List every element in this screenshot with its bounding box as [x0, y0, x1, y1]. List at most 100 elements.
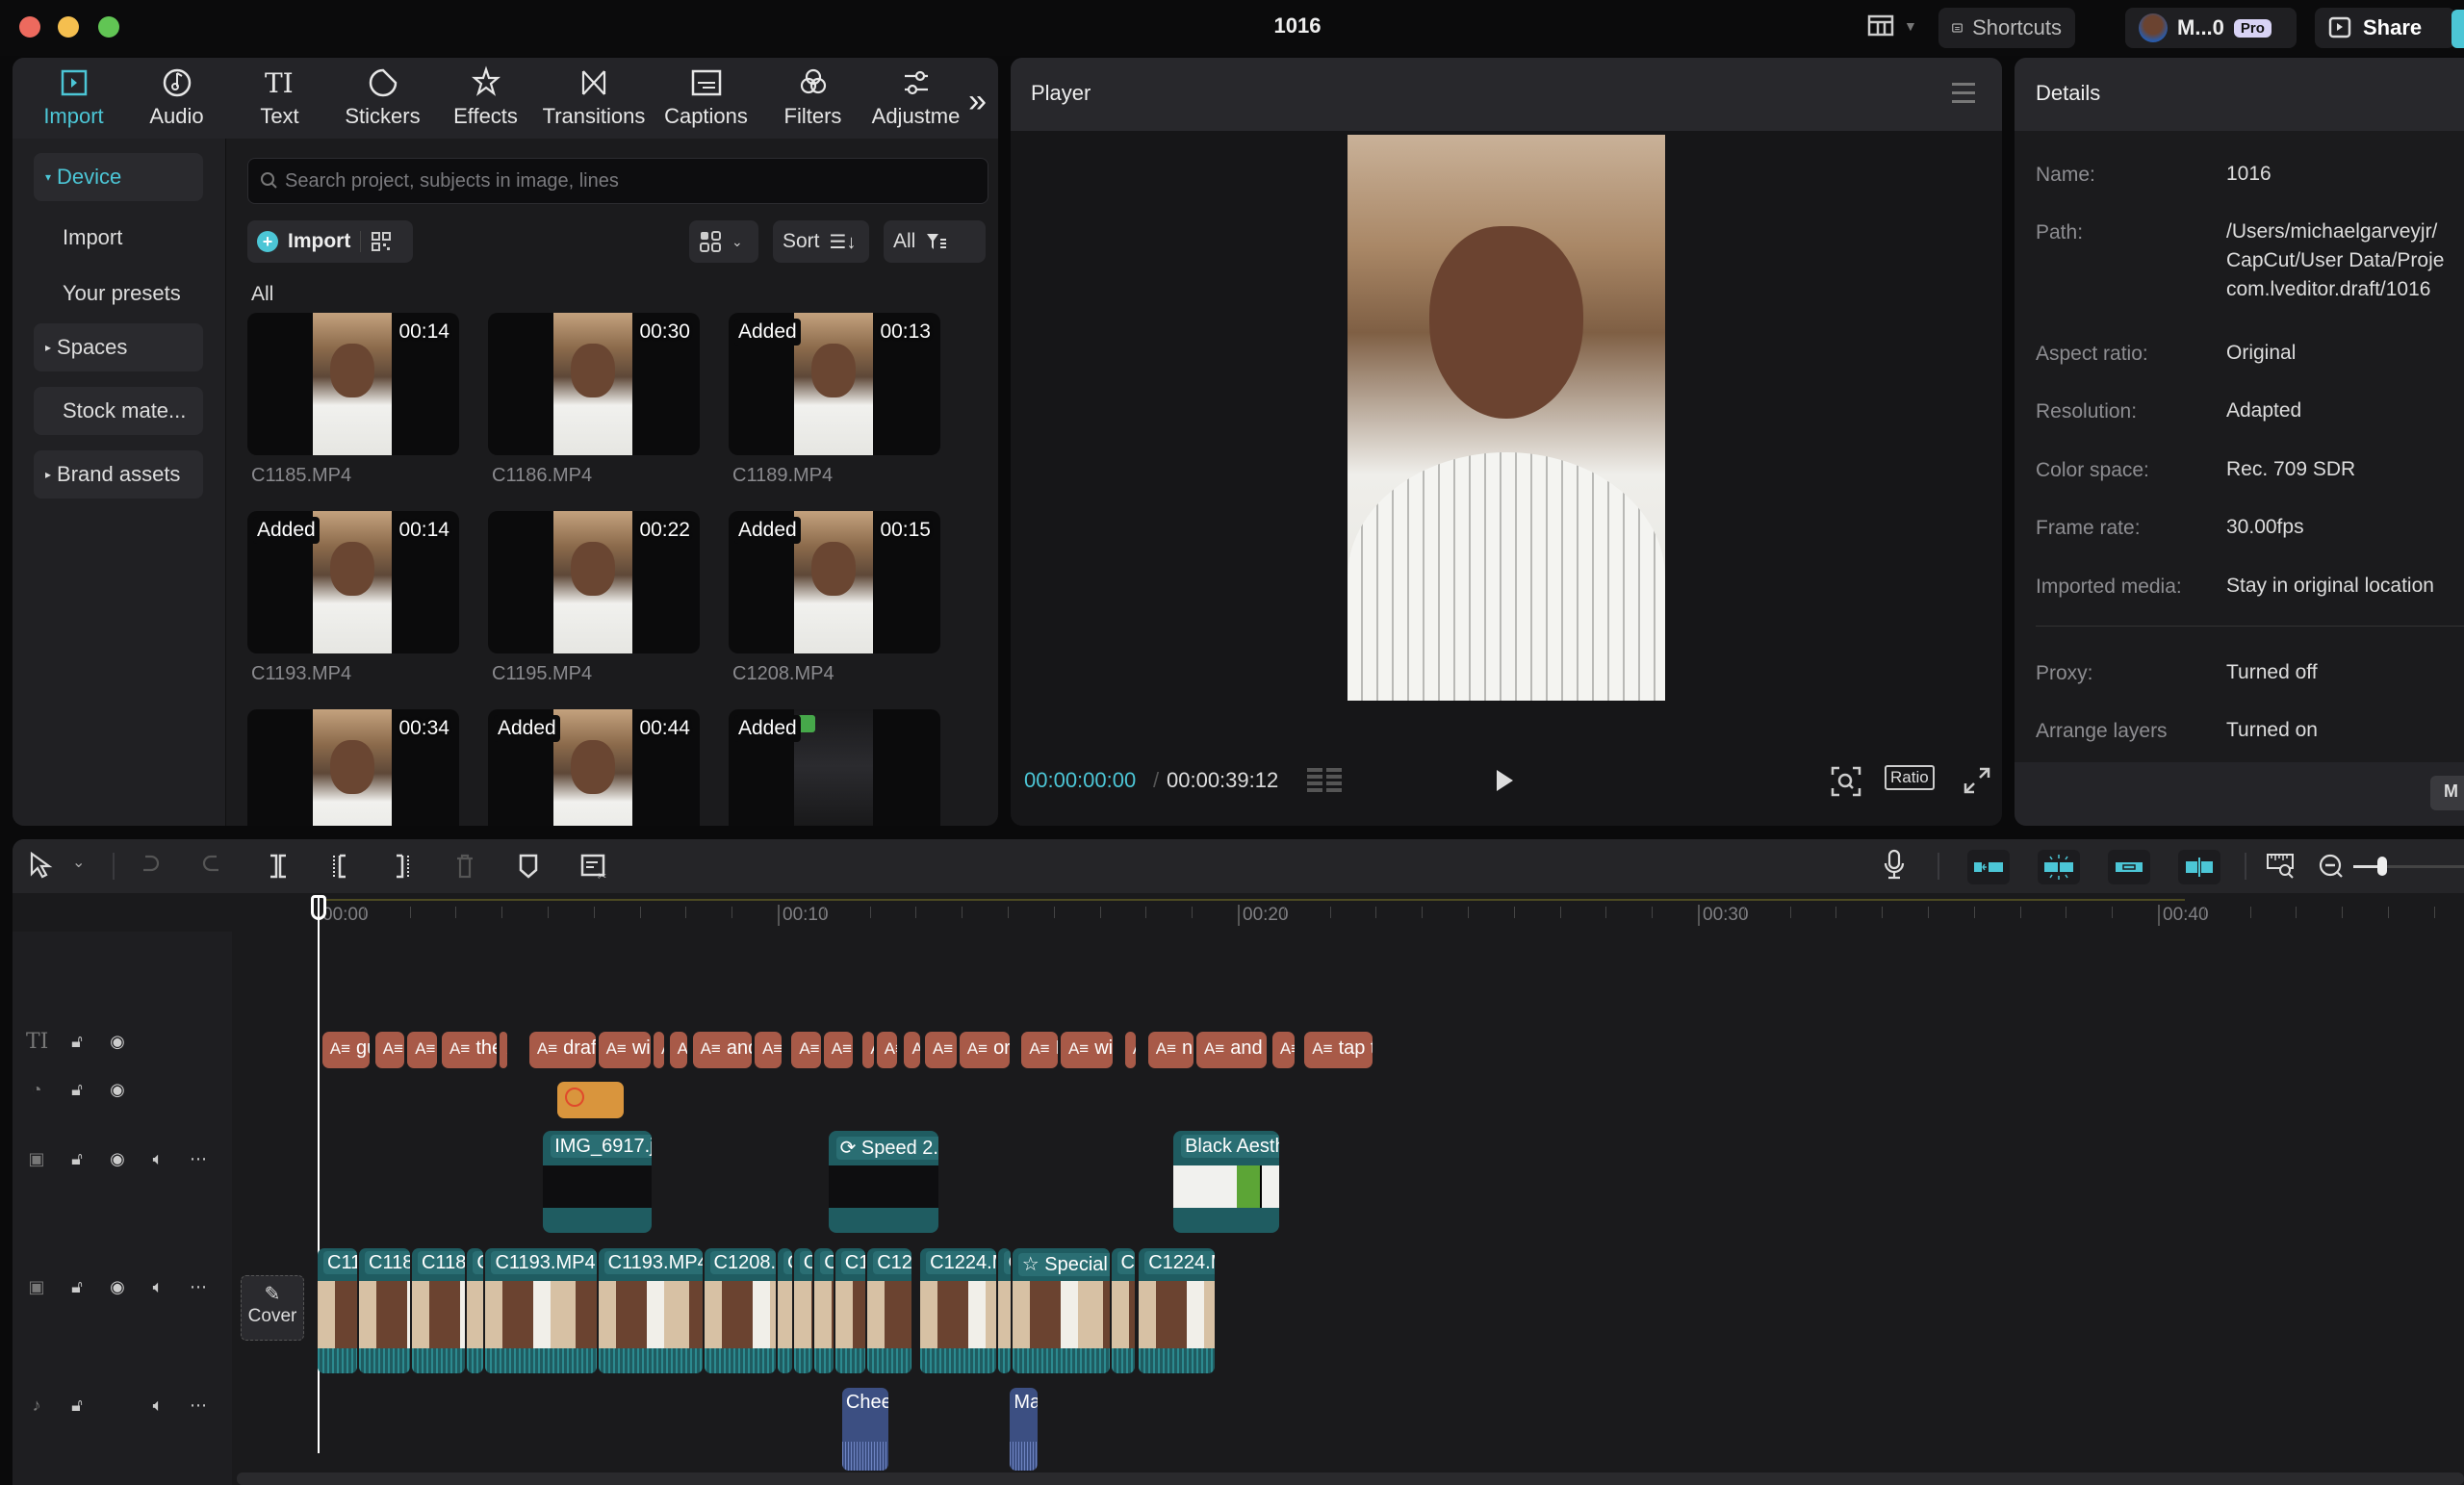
main-video-clip[interactable]: C1208	[834, 1248, 866, 1373]
media-item[interactable]: 00:14	[247, 313, 459, 455]
caption-clip[interactable]: A≡	[653, 1032, 665, 1068]
auto-cut-icon[interactable]: ✂	[580, 853, 609, 882]
shortcuts-button[interactable]: Shortcuts	[1938, 8, 2075, 48]
more-tabs-icon[interactable]: »	[968, 83, 987, 120]
cover-button[interactable]: ✎ Cover	[241, 1275, 304, 1341]
main-video-clip[interactable]: C1208.MP4	[704, 1248, 776, 1373]
zoom-fit-icon[interactable]	[1831, 766, 1861, 797]
sidebar-item-your-presets[interactable]: Your presets	[34, 269, 203, 318]
media-item[interactable]: Added 00:14	[247, 511, 459, 653]
filter-button[interactable]: All	[884, 220, 986, 263]
maximize-window-button[interactable]	[98, 16, 119, 38]
caption-clip[interactable]: A≡	[904, 1032, 920, 1068]
view-mode-button[interactable]: ⌄	[689, 220, 758, 263]
overlay-clip[interactable]: IMG_6917.jpg00:00:04	[543, 1131, 652, 1233]
import-button[interactable]: + Import	[247, 220, 413, 263]
lock-icon[interactable]: 🔓︎	[66, 1395, 88, 1416]
caption-clip[interactable]: A≡ Dra	[1021, 1032, 1058, 1068]
media-item[interactable]: 00:22	[488, 511, 700, 653]
main-video-clip[interactable]: C1	[467, 1248, 484, 1373]
menu-icon[interactable]	[1952, 83, 1975, 109]
main-video-clip[interactable]: C1224.MP4	[1139, 1248, 1216, 1373]
audio-meter-icon[interactable]	[1305, 766, 1344, 795]
linkage-button[interactable]	[2108, 850, 2150, 884]
close-window-button[interactable]	[19, 16, 40, 38]
sidebar-item-stock-mate[interactable]: Stock mate...	[34, 387, 203, 435]
eye-icon[interactable]: ◉	[107, 1277, 128, 1297]
caption-clip[interactable]: A≡s	[1271, 1032, 1296, 1068]
tab-text[interactable]: TI Text	[228, 58, 331, 139]
zoom-slider-handle[interactable]	[2377, 857, 2387, 876]
main-video-clip[interactable]: C1189.MP4	[411, 1248, 466, 1373]
caption-clip[interactable]: A≡ and secu	[692, 1032, 753, 1068]
more-options-icon[interactable]: ⋯	[188, 1149, 209, 1169]
main-video-clip[interactable]: C1193.MP400:00:04:	[598, 1248, 703, 1373]
caption-clip[interactable]: A≡	[499, 1032, 507, 1068]
undo-icon[interactable]	[138, 853, 161, 880]
caption-clip[interactable]: A≡in	[755, 1032, 783, 1068]
audio-clip[interactable]: Cheers c	[841, 1388, 888, 1471]
modify-button[interactable]: M	[2430, 776, 2464, 810]
overlay-clip[interactable]: Black Aesthetic Y2K Pe	[1173, 1131, 1280, 1233]
caption-clip[interactable]: A≡	[876, 1032, 897, 1068]
caption-clip[interactable]: A≡like	[924, 1032, 957, 1068]
auto-snap-button[interactable]	[2038, 850, 2080, 884]
main-video-clip[interactable]: C1189.M	[318, 1248, 358, 1373]
zoom-to-fit-icon[interactable]	[2266, 853, 2297, 880]
main-track-magnet-button[interactable]	[1967, 850, 2010, 884]
main-video-clip[interactable]: C1	[814, 1248, 834, 1373]
time-ruler[interactable]: 00:00 00:10 00:20 00:30 00:40	[13, 893, 2464, 932]
tab-import[interactable]: Import	[22, 58, 125, 139]
caption-clip[interactable]: A≡ draft K	[528, 1032, 596, 1068]
main-video-clip[interactable]: C1189.MP4	[359, 1248, 410, 1373]
volume-icon[interactable]: 🔈︎	[147, 1149, 168, 1169]
sort-button[interactable]: Sort ☰↓	[773, 220, 869, 263]
marker-icon[interactable]	[517, 853, 540, 880]
account-button[interactable]: M...0 Pro	[2125, 8, 2297, 48]
caption-clip[interactable]: A≡ and get $	[1195, 1032, 1268, 1068]
lock-icon[interactable]: 🔓︎	[66, 1080, 88, 1100]
caption-clip[interactable]: A≡ new c	[1147, 1032, 1194, 1068]
media-item[interactable]: Added 00:15	[729, 511, 940, 653]
main-video-clip[interactable]: C1208.M	[867, 1248, 911, 1373]
more-options-icon[interactable]: ⋯	[188, 1277, 209, 1297]
caption-clip[interactable]: A≡it	[407, 1032, 437, 1068]
tab-stickers[interactable]: Stickers	[331, 58, 434, 139]
chevron-down-icon[interactable]: ⌄	[72, 853, 85, 872]
main-video-clip[interactable]: C1224.MP400:	[920, 1248, 997, 1373]
eye-icon[interactable]: ◉	[107, 1149, 128, 1169]
play-icon[interactable]	[1494, 768, 1515, 793]
sidebar-item-import[interactable]: Import	[34, 214, 203, 262]
tab-filters[interactable]: Filters	[761, 58, 864, 139]
overlay-clip[interactable]: ⟳ Speed 2.7XRPRepla	[828, 1131, 939, 1233]
horizontal-scrollbar[interactable]	[237, 1472, 2464, 1485]
main-video-clip[interactable]: C12	[793, 1248, 813, 1373]
main-video-clip[interactable]: C1	[778, 1248, 792, 1373]
zoom-out-icon[interactable]	[2318, 853, 2345, 880]
main-video-clip[interactable]: C12	[1111, 1248, 1135, 1373]
split-icon[interactable]	[267, 853, 290, 880]
sticker-clip[interactable]	[556, 1082, 624, 1118]
sidebar-item-spaces[interactable]: ▸ Spaces	[34, 323, 203, 371]
media-item[interactable]: 00:30	[488, 313, 700, 455]
sidebar-item-device[interactable]: ▾ Device	[34, 153, 203, 201]
volume-icon[interactable]: 🔈︎	[147, 1277, 168, 1297]
more-options-icon[interactable]: ⋯	[188, 1395, 209, 1416]
layout-button[interactable]: ▼	[1867, 13, 1917, 38]
microphone-icon[interactable]	[1883, 849, 1906, 882]
tab-adjustme[interactable]: Adjustme	[864, 58, 967, 139]
audio-clip[interactable]: Magic	[1010, 1388, 1039, 1471]
eye-icon[interactable]: ◉	[107, 1080, 128, 1100]
main-video-clip[interactable]: C1193.MP400:00:04:2	[485, 1248, 597, 1373]
sidebar-item-brand-assets[interactable]: ▸ Brand assets	[34, 450, 203, 499]
split-right-icon[interactable]	[391, 853, 414, 880]
tab-effects[interactable]: Effects	[434, 58, 537, 139]
caption-clip[interactable]: A≡there	[442, 1032, 497, 1068]
search-input[interactable]: Search project, subjects in image, lines	[247, 158, 988, 204]
caption-clip[interactable]: A≡	[862, 1032, 874, 1068]
preview-axis-button[interactable]	[2178, 850, 2220, 884]
main-video-clip[interactable]: C1	[998, 1248, 1011, 1373]
lock-icon[interactable]: 🔓︎	[66, 1149, 88, 1169]
split-left-icon[interactable]	[328, 853, 351, 880]
caption-clip[interactable]: A≡ guys	[321, 1032, 371, 1068]
